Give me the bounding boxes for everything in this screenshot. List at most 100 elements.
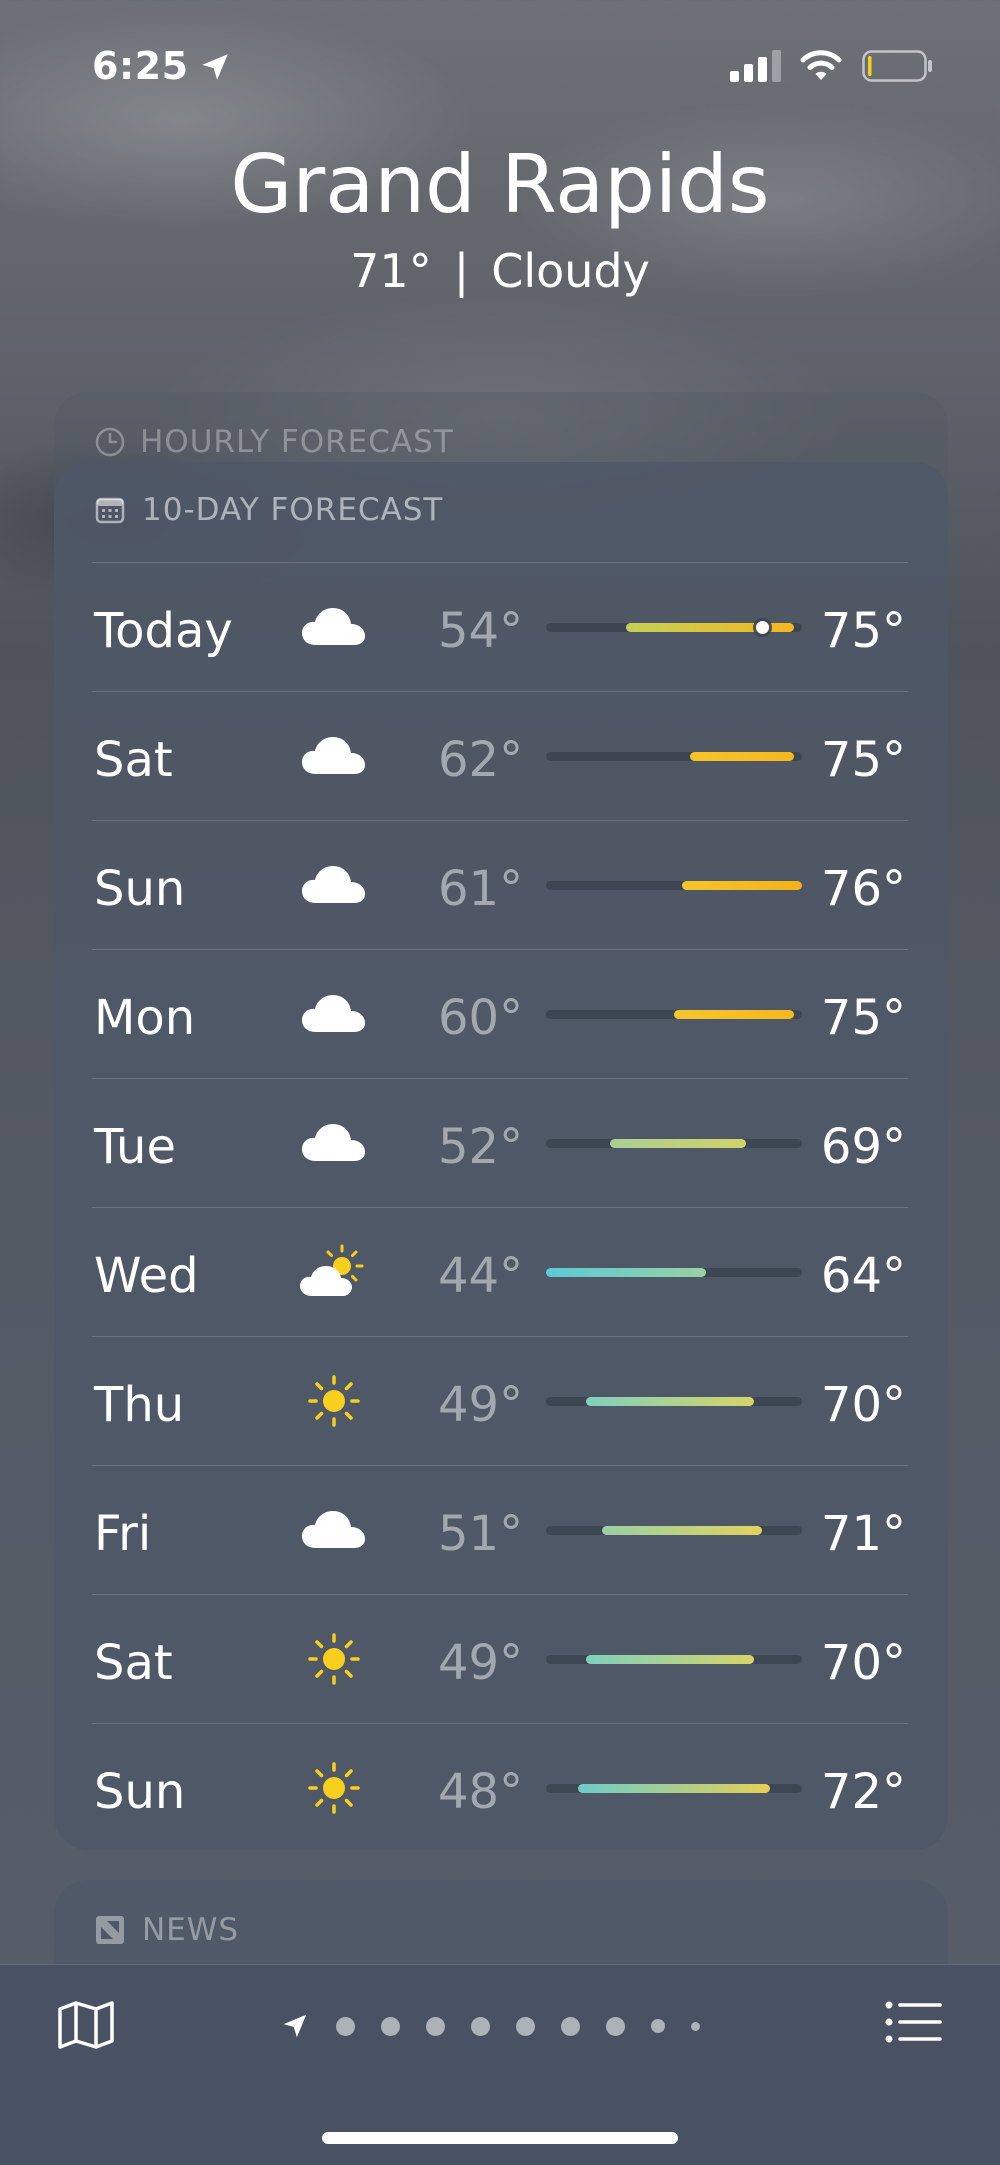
forecast-row[interactable]: Fri 51° 71° <box>92 1465 908 1594</box>
forecast-high: 76° <box>820 861 906 917</box>
temperature-range-fill <box>586 1655 754 1664</box>
hourly-forecast-title: HOURLY FORECAST <box>140 424 454 460</box>
page-dot[interactable] <box>516 2016 535 2036</box>
cloud-icon <box>298 853 370 917</box>
temperature-range-fill <box>586 1397 754 1406</box>
forecast-day: Today <box>94 603 233 659</box>
forecast-low: 62° <box>438 732 524 788</box>
forecast-day: Tue <box>94 1119 176 1175</box>
page-dot[interactable] <box>381 2016 400 2036</box>
current-location-arrow-icon[interactable] <box>280 2011 310 2041</box>
page-dot[interactable] <box>426 2016 445 2036</box>
clock-icon <box>95 427 125 457</box>
temperature-range-fill <box>602 1526 762 1535</box>
forecast-row[interactable]: Mon 60° 75° <box>92 949 908 1078</box>
forecast-day: Sun <box>94 1764 186 1820</box>
map-icon[interactable] <box>56 2000 116 2050</box>
forecast-low: 54° <box>438 603 524 659</box>
temperature-range-fill <box>610 1139 746 1148</box>
forecast-row[interactable]: Sat 49° 70° <box>92 1594 908 1723</box>
forecast-low: 44° <box>438 1248 524 1304</box>
temperature-range-fill <box>690 752 794 761</box>
cloud-icon <box>298 1498 370 1562</box>
temperature-range-bar <box>546 1397 802 1406</box>
forecast-day: Wed <box>94 1248 199 1304</box>
cloud-icon <box>298 982 370 1046</box>
page-dot[interactable] <box>471 2016 490 2036</box>
home-indicator[interactable] <box>322 2132 678 2144</box>
forecast-high: 75° <box>820 990 906 1046</box>
forecast-high: 71° <box>820 1506 906 1562</box>
forecast-row[interactable]: Wed 44° 64° <box>92 1207 908 1336</box>
forecast-low: 61° <box>438 861 524 917</box>
forecast-row[interactable]: Sun 61° 76° <box>92 820 908 949</box>
forecast-row[interactable]: Today 54° 75° <box>92 562 908 691</box>
page-dot[interactable] <box>561 2016 580 2036</box>
forecast-high: 70° <box>820 1635 906 1691</box>
cloud-icon <box>298 724 370 788</box>
temperature-range-bar <box>546 1139 802 1148</box>
calendar-icon <box>95 497 125 524</box>
temperature-range-bar <box>546 881 802 890</box>
page-dot[interactable] <box>606 2016 625 2036</box>
sun-icon <box>298 1756 370 1820</box>
cloud-icon <box>298 595 370 659</box>
forecast-low: 49° <box>438 1377 524 1433</box>
forecast-day: Mon <box>94 990 196 1046</box>
news-icon <box>96 1916 124 1944</box>
list-icon[interactable] <box>884 2000 944 2044</box>
temperature-range-bar <box>546 1010 802 1019</box>
summary-separator: | <box>453 244 470 298</box>
forecast-low: 48° <box>438 1764 524 1820</box>
temperature-range-fill <box>674 1010 794 1019</box>
current-summary: 71° | Cloudy <box>0 244 1000 298</box>
current-temperature-dot <box>755 621 769 634</box>
status-time: 6:25 <box>92 44 189 88</box>
temperature-range-bar <box>546 752 802 761</box>
news-title: NEWS <box>142 1912 240 1948</box>
hourly-forecast-header: HOURLY FORECAST <box>94 424 454 460</box>
forecast-low: 51° <box>438 1506 524 1562</box>
temperature-range-bar <box>546 1268 802 1277</box>
forecast-high: 75° <box>820 732 906 788</box>
forecast-list: Today 54° 75° Sat 62° 75° Sun 61° 76° Mo… <box>92 562 908 1852</box>
forecast-low: 60° <box>438 990 524 1046</box>
battery-icon <box>862 50 932 82</box>
page-dot[interactable] <box>336 2016 355 2036</box>
forecast-day: Fri <box>94 1506 152 1562</box>
page-dot[interactable] <box>651 2019 665 2033</box>
forecast-row[interactable]: Sat 62° 75° <box>92 691 908 820</box>
forecast-high: 72° <box>820 1764 906 1820</box>
forecast-day: Sat <box>94 732 173 788</box>
current-condition: Cloudy <box>491 244 650 298</box>
page-indicator[interactable] <box>280 2006 700 2046</box>
forecast-low: 52° <box>438 1119 524 1175</box>
temperature-range-fill <box>578 1784 770 1793</box>
forecast-day: Thu <box>94 1377 185 1433</box>
temperature-range-fill <box>626 623 794 632</box>
sun-icon <box>298 1369 370 1433</box>
forecast-high: 75° <box>820 603 906 659</box>
forecast-day: Sat <box>94 1635 173 1691</box>
partly-sunny-icon <box>298 1240 370 1304</box>
cloud-icon <box>298 1111 370 1175</box>
temperature-range-bar <box>546 1655 802 1664</box>
forecast-high: 64° <box>820 1248 906 1304</box>
forecast-row[interactable]: Thu 49° 70° <box>92 1336 908 1465</box>
temperature-range-fill <box>682 881 802 890</box>
forecast-row[interactable]: Tue 52° 69° <box>92 1078 908 1207</box>
wifi-icon <box>800 50 842 80</box>
forecast-low: 49° <box>438 1635 524 1691</box>
city-name: Grand Rapids <box>230 138 770 231</box>
ten-day-forecast-title: 10-DAY FORECAST <box>142 492 444 528</box>
temperature-range-bar <box>546 1784 802 1793</box>
current-temperature: 71° <box>350 244 432 298</box>
ten-day-forecast-header: 10-DAY FORECAST <box>94 492 443 528</box>
forecast-row[interactable]: Sun 48° 72° <box>92 1723 908 1852</box>
page-dot[interactable] <box>691 2021 700 2031</box>
temperature-range-bar <box>546 621 802 634</box>
sun-icon <box>298 1627 370 1691</box>
temperature-range-bar <box>546 1526 802 1535</box>
forecast-high: 70° <box>820 1377 906 1433</box>
forecast-high: 69° <box>820 1119 906 1175</box>
